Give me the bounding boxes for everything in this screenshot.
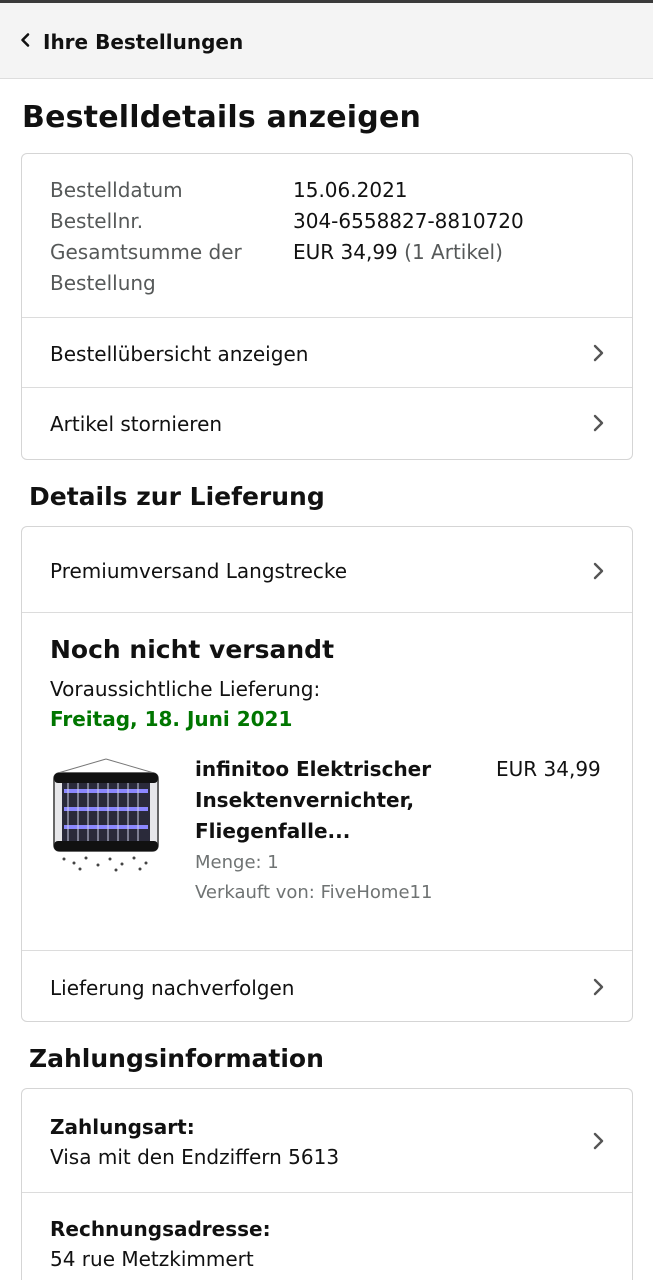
payment-section-title: Zahlungsinformation bbox=[29, 1044, 324, 1073]
payment-card: Zahlungsart: Visa mit den Endziffern 561… bbox=[21, 1088, 633, 1280]
order-overview-link-row[interactable]: Bestellübersicht anzeigen bbox=[22, 318, 632, 387]
chevron-right-icon bbox=[593, 562, 604, 580]
top-navigation-bar: Ihre Bestellungen bbox=[0, 3, 653, 79]
order-total-label-line1: Gesamtsumme der bbox=[50, 240, 242, 264]
product-title-line2[interactable]: Insektenvernichter, bbox=[195, 788, 414, 812]
expected-delivery-date: Freitag, 18. Juni 2021 bbox=[50, 707, 293, 731]
order-date-value: 15.06.2021 bbox=[293, 178, 408, 202]
order-total-label-line2: Bestellung bbox=[50, 271, 156, 295]
cancel-items-link-row[interactable]: Artikel stornieren bbox=[22, 388, 632, 459]
order-date-label: Bestelldatum bbox=[50, 178, 183, 202]
shipping-method-row[interactable]: Premiumversand Langstrecke bbox=[22, 527, 632, 612]
payment-method-value: Visa mit den Endziffern 5613 bbox=[50, 1145, 340, 1169]
order-number-label: Bestellnr. bbox=[50, 209, 144, 233]
divider bbox=[22, 612, 632, 613]
product-title-line1[interactable]: infinitoo Elektrischer bbox=[195, 757, 431, 781]
cancel-items-link-label: Artikel stornieren bbox=[50, 412, 223, 436]
chevron-right-icon bbox=[593, 978, 604, 996]
track-delivery-link-row[interactable]: Lieferung nachverfolgen bbox=[22, 951, 632, 1021]
delivery-section-title: Details zur Lieferung bbox=[29, 482, 325, 511]
product-quantity: Menge: 1 bbox=[195, 852, 279, 873]
product-image[interactable] bbox=[50, 755, 162, 875]
chevron-right-icon bbox=[593, 344, 604, 362]
order-total-amount: EUR 34,99 bbox=[293, 240, 398, 264]
divider bbox=[22, 1192, 632, 1193]
page-title: Bestelldetails anzeigen bbox=[22, 100, 422, 135]
chevron-left-icon[interactable] bbox=[18, 32, 34, 48]
billing-address-label: Rechnungsadresse: bbox=[50, 1217, 271, 1241]
product-title-line3[interactable]: Fliegenfalle... bbox=[195, 819, 350, 843]
expected-delivery-label: Voraussichtliche Lieferung: bbox=[50, 677, 321, 701]
order-item-count: (1 Artikel) bbox=[404, 240, 503, 264]
order-summary-card: Bestelldatum 15.06.2021 Bestellnr. 304-6… bbox=[21, 153, 633, 460]
delivery-card: Premiumversand Langstrecke Noch nicht ve… bbox=[21, 526, 633, 1022]
order-total-value: EUR 34,99 (1 Artikel) bbox=[293, 240, 503, 264]
order-number-value: 304-6558827-8810720 bbox=[293, 209, 524, 233]
track-delivery-link-label: Lieferung nachverfolgen bbox=[50, 976, 295, 1000]
order-overview-link-label: Bestellübersicht anzeigen bbox=[50, 342, 309, 366]
chevron-right-icon bbox=[593, 1132, 604, 1150]
chevron-right-icon bbox=[593, 414, 604, 432]
billing-address-line1: 54 rue Metzkimmert bbox=[50, 1247, 254, 1271]
product-seller: Verkauft von: FiveHome11 bbox=[195, 882, 433, 903]
product-price: EUR 34,99 bbox=[496, 757, 601, 781]
shipping-method-label: Premiumversand Langstrecke bbox=[50, 559, 348, 583]
shipment-status: Noch nicht versandt bbox=[50, 635, 335, 664]
payment-method-row[interactable]: Zahlungsart: Visa mit den Endziffern 561… bbox=[22, 1089, 632, 1192]
back-to-orders-link[interactable]: Ihre Bestellungen bbox=[43, 30, 243, 54]
payment-method-label: Zahlungsart: bbox=[50, 1115, 195, 1139]
